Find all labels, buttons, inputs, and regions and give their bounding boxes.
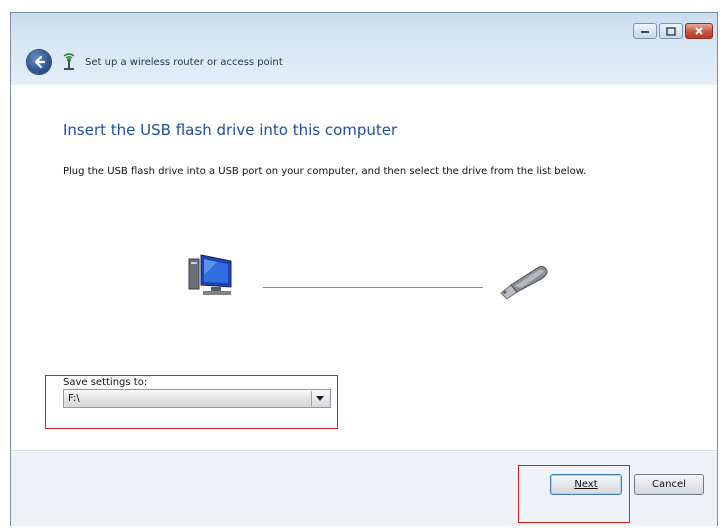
window-title: Set up a wireless router or access point [85,57,283,68]
cancel-button[interactable]: Cancel [634,474,704,495]
back-button[interactable] [27,50,51,74]
drive-select-highlight [45,375,338,429]
page-heading: Insert the USB flash drive into this com… [63,121,398,139]
cancel-button-label: Cancel [652,479,686,490]
maximize-button[interactable] [659,23,683,39]
wizard-window: Set up a wireless router or access point… [10,12,718,526]
minimize-icon [641,31,649,33]
title-bar: Set up a wireless router or access point [11,13,717,85]
close-icon [695,27,703,35]
wireless-network-icon [63,53,75,70]
close-button[interactable] [685,23,713,39]
maximize-icon [666,26,676,36]
usb-flash-drive-icon [500,266,548,300]
minimize-button[interactable] [633,23,657,39]
window-controls [633,23,713,41]
back-arrow-icon [34,55,46,69]
connection-line [263,287,483,288]
next-button-highlight [518,465,630,523]
computer-icon [188,254,232,295]
page-description: Plug the USB flash drive into a USB port… [63,166,587,177]
